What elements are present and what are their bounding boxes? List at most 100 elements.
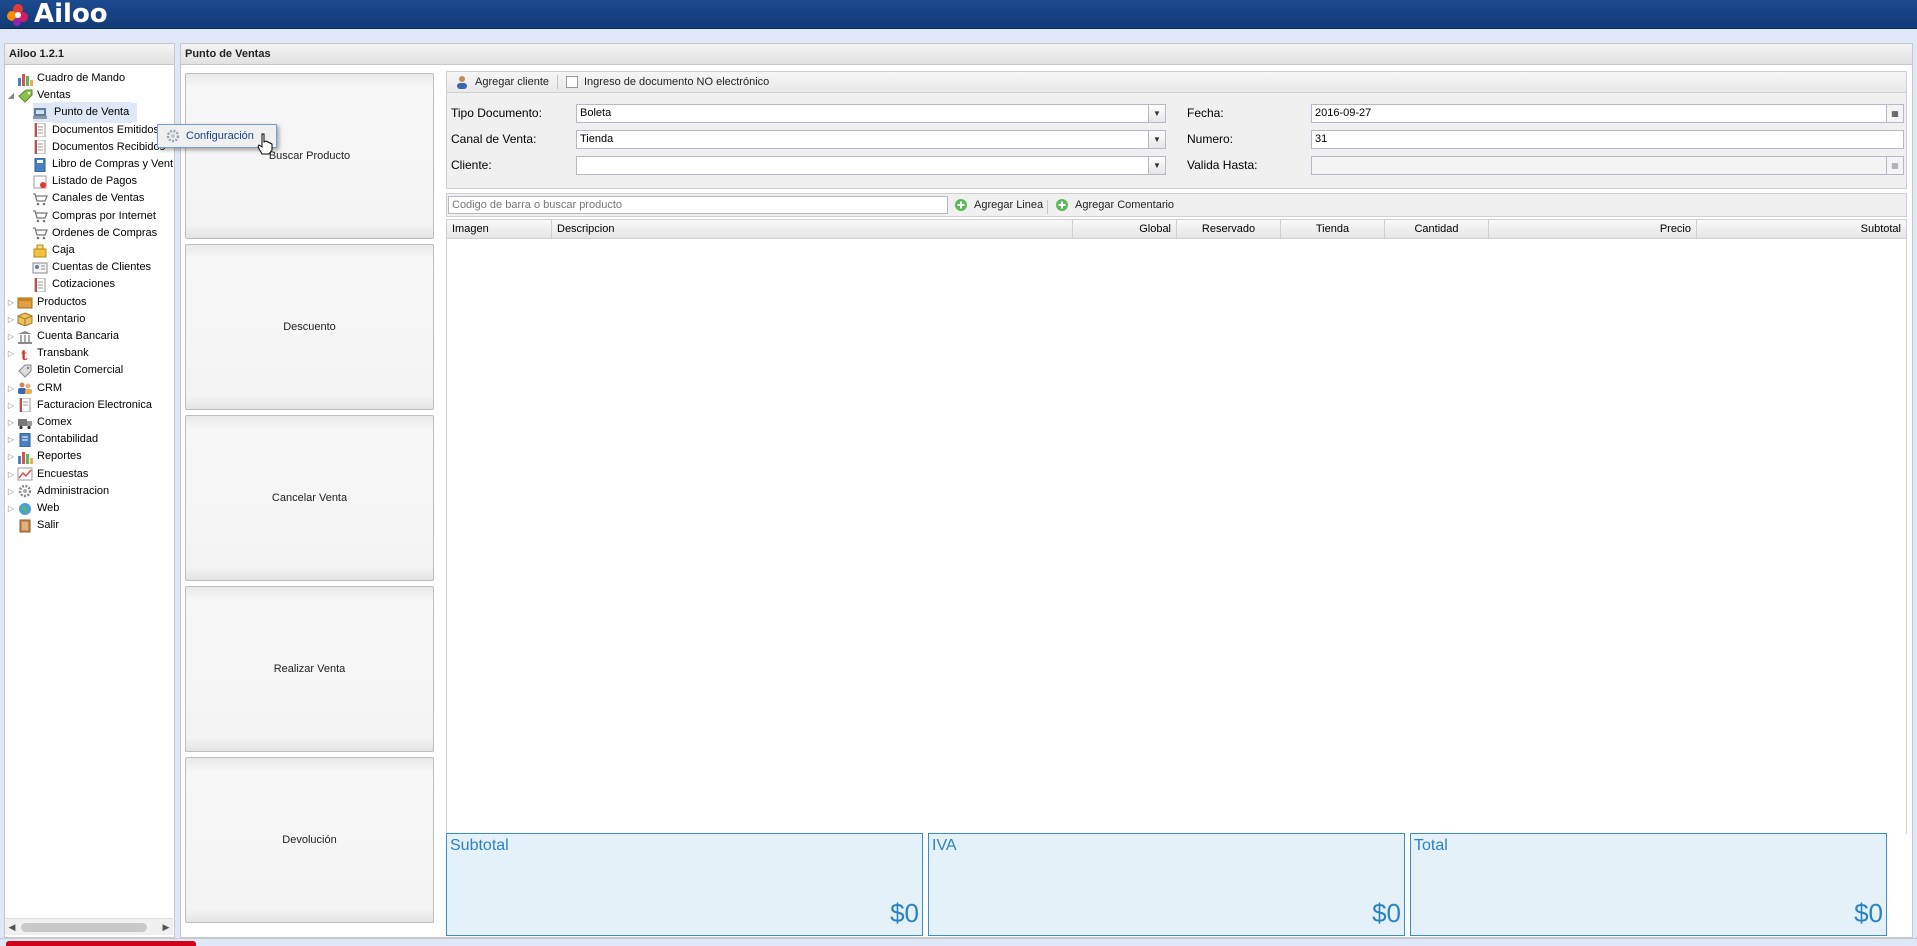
tree-item-label: Salir <box>37 519 60 532</box>
column-header-descripcion[interactable]: Descripcion <box>552 220 1073 239</box>
scroll-left-arrow-icon[interactable]: ◀ <box>5 919 19 935</box>
column-header-precio[interactable]: Precio <box>1489 220 1697 239</box>
add-circle-icon <box>955 199 967 211</box>
cart-icon <box>32 192 48 206</box>
search-product-button[interactable]: Buscar Producto <box>185 73 434 239</box>
cash-register-icon <box>32 244 48 258</box>
status-bar <box>0 938 1917 946</box>
search-product-label: Buscar Producto <box>268 150 351 162</box>
product-search-input[interactable] <box>448 196 948 214</box>
add-client-label: Agregar cliente <box>475 76 549 88</box>
navigation-tree: Cuadro de Mando ◢ Ventas Punto de Venta Docu… <box>5 68 173 918</box>
complete-sale-button[interactable]: Realizar Venta <box>185 586 434 752</box>
total-value: $0 <box>1854 898 1883 928</box>
tree-horizontal-scrollbar[interactable]: ◀ ▶ <box>5 918 173 935</box>
add-user-icon <box>457 76 467 89</box>
cliente-label: Cliente: <box>451 158 492 172</box>
context-menu-item-label: Configuración <box>186 130 254 142</box>
fecha-label: Fecha: <box>1187 106 1224 120</box>
add-comment-button[interactable]: Agregar Comentario <box>1051 195 1178 215</box>
chevron-down-icon[interactable]: ▼ <box>1148 131 1165 148</box>
tree-item-salir[interactable]: Salir <box>5 515 59 536</box>
invoice-icon <box>17 398 33 413</box>
exit-icon <box>17 519 33 533</box>
subtotal-box: Subtotal $0 <box>446 833 923 936</box>
cart-icon <box>32 209 48 223</box>
fecha-value: 2016-09-27 <box>1315 107 1372 119</box>
numero-field[interactable]: 31 <box>1311 130 1904 149</box>
page-title: Punto de Ventas <box>180 43 1913 65</box>
svg-text:t: t <box>21 348 28 361</box>
tag-icon <box>17 364 33 378</box>
cliente-combo[interactable]: ▼ <box>576 156 1166 175</box>
tipo-documento-value: Boleta <box>580 107 612 119</box>
bank-icon <box>17 330 33 344</box>
total-box: Total $0 <box>1410 833 1887 936</box>
scrollbar-thumb[interactable] <box>21 923 147 932</box>
valida-hasta-label: Valida Hasta: <box>1187 158 1258 172</box>
top-bar: Ailoo <box>0 0 1917 29</box>
pos-terminal-icon <box>32 106 48 120</box>
subtotal-value: $0 <box>890 898 919 928</box>
add-client-button[interactable]: Agregar cliente <box>451 72 553 92</box>
client-account-icon <box>32 261 48 275</box>
sales-tag-icon <box>17 89 33 103</box>
cart-icon <box>32 226 48 240</box>
calendar-icon[interactable]: ▦ <box>1886 105 1903 122</box>
return-button[interactable]: Devolución <box>185 757 434 923</box>
non-electronic-doc-toggle[interactable]: Ingreso de documento NO electrónico <box>562 72 773 92</box>
add-line-label: Agregar Linea <box>974 199 1044 211</box>
iva-value: $0 <box>1372 898 1401 928</box>
payments-icon <box>32 175 48 189</box>
column-header-reservado[interactable]: Reservado <box>1177 220 1281 239</box>
form-toolbar: Agregar cliente Ingreso de documento NO … <box>446 71 1907 93</box>
app-logo: Ailoo <box>6 1 108 28</box>
crm-users-icon <box>17 381 33 395</box>
product-grid-header: Imagen Descripcion Global Reservado Tien… <box>446 219 1907 239</box>
tipo-documento-label: Tipo Documento: <box>451 106 542 120</box>
canal-venta-combo[interactable]: Tienda ▼ <box>576 130 1166 149</box>
add-circle-icon <box>1056 199 1068 211</box>
toolbar-separator <box>557 75 558 89</box>
transbank-icon: t <box>17 347 33 361</box>
tipo-documento-combo[interactable]: Boleta ▼ <box>576 104 1166 123</box>
non-electronic-label: Ingreso de documento NO electrónico <box>584 76 770 88</box>
survey-chart-icon <box>17 467 33 481</box>
navigation-panel-title: Ailoo 1.2.1 <box>4 43 175 65</box>
column-header-subtotal[interactable]: Subtotal <box>1697 220 1906 239</box>
gear-icon <box>17 484 33 498</box>
chevron-down-icon[interactable]: ▼ <box>1148 157 1165 174</box>
calendar-icon[interactable]: ▦ <box>1886 157 1903 174</box>
canal-venta-value: Tienda <box>580 133 614 145</box>
ledger-icon <box>17 432 33 447</box>
complete-sale-label: Realizar Venta <box>273 663 346 675</box>
truck-icon <box>17 416 33 430</box>
document-icon <box>32 277 48 292</box>
chevron-down-icon[interactable]: ▼ <box>1148 105 1165 122</box>
logo-flower-icon <box>7 3 28 26</box>
add-comment-label: Agregar Comentario <box>1075 199 1175 211</box>
column-header-cantidad[interactable]: Cantidad <box>1385 220 1489 239</box>
toolbar-separator <box>1047 200 1048 214</box>
dashboard-chart-icon <box>17 72 33 86</box>
discount-button[interactable]: Descuento <box>185 244 434 410</box>
valida-hasta-date-field[interactable]: ▦ <box>1311 156 1904 175</box>
scroll-right-arrow-icon[interactable]: ▶ <box>159 919 173 935</box>
add-line-button[interactable]: Agregar Linea <box>950 195 1047 215</box>
numero-value: 31 <box>1315 133 1328 145</box>
column-header-global[interactable]: Global <box>1073 220 1177 239</box>
column-header-tienda[interactable]: Tienda <box>1281 220 1385 239</box>
document-icon <box>32 140 48 155</box>
return-label: Devolución <box>282 834 337 846</box>
hand-pointer-cursor-icon <box>257 133 273 155</box>
product-grid-body[interactable] <box>446 239 1907 834</box>
globe-icon <box>17 502 33 516</box>
expand-arrow-icon[interactable]: ◢ <box>5 85 17 106</box>
cancel-sale-button[interactable]: Cancelar Venta <box>185 415 434 581</box>
column-header-imagen[interactable]: Imagen <box>447 220 552 239</box>
fecha-date-field[interactable]: 2016-09-27 ▦ <box>1311 104 1904 123</box>
reports-chart-icon <box>17 450 33 464</box>
logo-text: Ailoo <box>34 0 108 29</box>
non-electronic-checkbox[interactable] <box>566 76 578 88</box>
iva-label: IVA <box>932 837 957 854</box>
